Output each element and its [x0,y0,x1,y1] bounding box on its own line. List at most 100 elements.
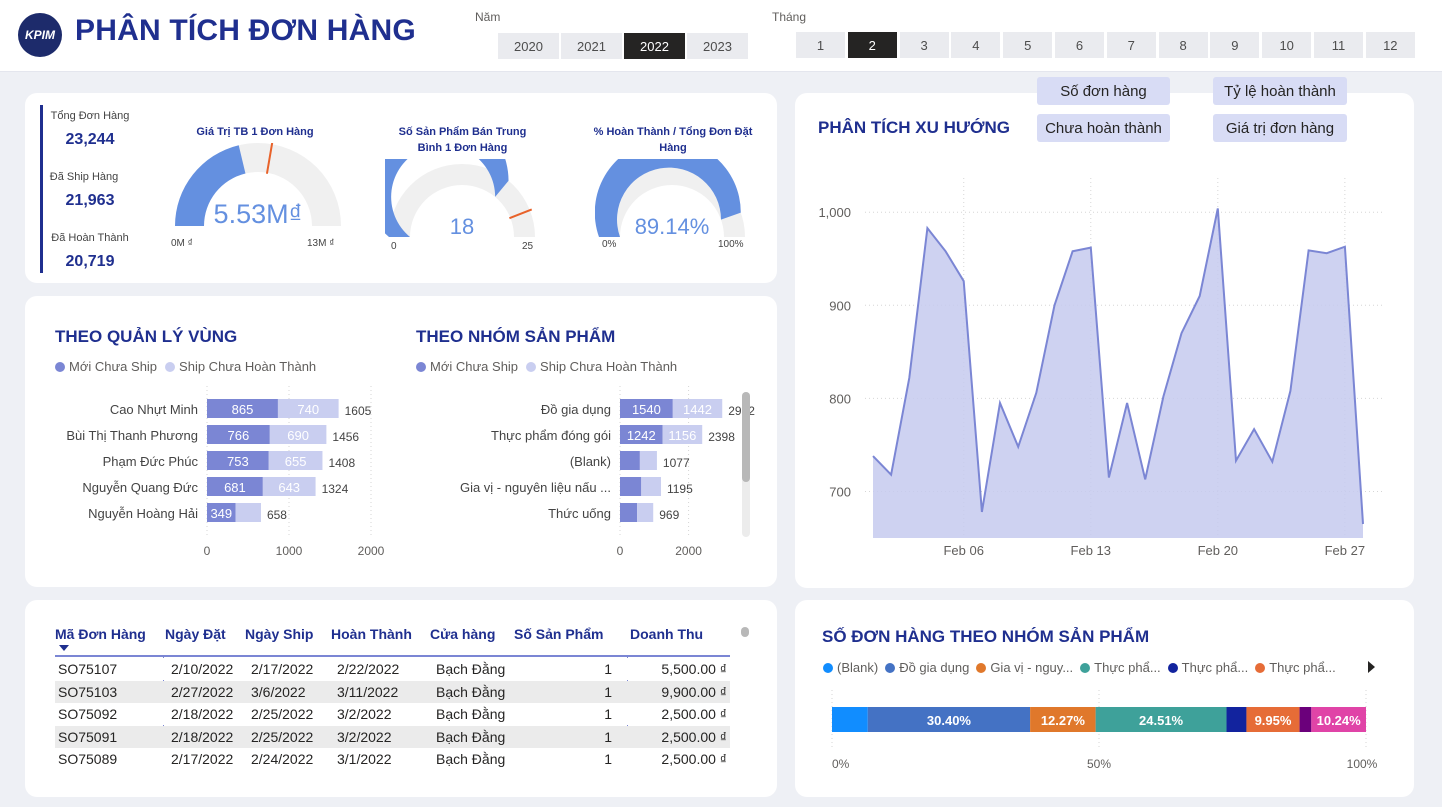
data-point[interactable] [1270,460,1274,464]
share-segment[interactable] [832,707,868,732]
month-option-7[interactable]: 7 [1106,32,1156,58]
data-point[interactable] [998,401,1002,405]
table-cell: 3/1/2022 [337,751,392,767]
month-option-5[interactable]: 5 [1003,32,1053,58]
table-cell: 1 [604,661,612,677]
share-segment[interactable] [1299,707,1312,732]
data-point[interactable] [1071,249,1075,253]
table-cell: 2,500.00 ₫ [661,751,727,767]
month-option-2[interactable]: 2 [847,32,897,58]
data-point[interactable] [1143,477,1147,481]
year-option-2023[interactable]: 2023 [687,33,748,59]
month-option-9[interactable]: 9 [1210,32,1260,58]
data-point[interactable] [1107,476,1111,480]
data-point[interactable] [1180,331,1184,335]
data-point[interactable] [1052,303,1056,307]
legend-item[interactable]: (Blank) [823,660,878,675]
table-row[interactable]: SO75092 2/18/2022 2/25/2022 3/2/2022 Bạch Đằ… [55,703,730,725]
gauge-completion-min: 0% [602,239,617,250]
table-cell: 3/2/2022 [337,728,392,745]
data-point[interactable] [1216,207,1220,211]
month-option-1[interactable]: 1 [796,32,845,58]
bar-segment-shipped [235,503,261,522]
order-count-button[interactable]: Số đơn hàng [1037,77,1170,105]
legend-item[interactable]: Đồ gia dụng [885,660,969,675]
data-point[interactable] [1307,248,1311,252]
month-option-11[interactable]: 11 [1314,32,1363,58]
bar-segment-shipped [641,477,661,496]
table-row[interactable]: SO75103 2/27/2022 3/6/2022 3/11/2022 Bạch Đằ… [55,680,730,703]
data-point[interactable] [1089,246,1093,250]
data-point[interactable] [1288,389,1292,393]
x-tick-label: 100% [1347,757,1378,771]
orders-table-card: Mã Đơn Hàng Ngày Đặt Ngày Ship Hoàn Thành Cử… [25,600,777,797]
legend-item[interactable]: Thực phẩ... [1167,660,1249,675]
data-point[interactable] [871,454,875,458]
month-option-10[interactable]: 10 [1262,32,1312,58]
column-header[interactable]: Ngày Ship [245,626,313,642]
data-point[interactable] [925,226,929,230]
data-point[interactable] [1016,445,1020,449]
category-label: Gia vị - nguyên liệu nấu ... [460,480,611,495]
legend-item[interactable]: Thực phẩ... [1080,660,1161,675]
data-point[interactable] [980,510,984,514]
column-header[interactable]: Hoàn Thành [331,626,412,642]
data-point[interactable] [1361,522,1365,526]
segment-label: 643 [278,480,300,495]
legend-item[interactable]: Thực phẩ... [1255,660,1336,675]
legend-label: Thực phẩ... [1181,660,1249,675]
product-chart-scrollbar[interactable] [742,392,750,537]
product-chart-scroll-thumb[interactable] [742,392,750,482]
table-scroll-thumb[interactable] [741,627,749,637]
category-label: Phạm Đức Phúc [103,454,199,469]
data-point[interactable] [1034,391,1038,395]
month-option-12[interactable]: 12 [1365,32,1415,58]
incomplete-button[interactable]: Chưa hoàn thành [1037,114,1170,142]
gauge-avg-order-min: 0M ₫ [171,238,193,249]
table-row[interactable]: SO75089 2/17/2022 2/24/2022 3/1/2022 Bạch Đằ… [55,748,730,770]
column-header[interactable]: Cửa hàng [430,626,495,642]
sort-descending-icon[interactable] [59,645,69,651]
order-value-button[interactable]: Giá trị đơn hàng [1213,114,1347,142]
segment-label: 1442 [683,402,712,417]
data-point[interactable] [1125,401,1129,405]
year-option-2021[interactable]: 2021 [561,33,622,59]
column-header[interactable]: Số Sản Phẩm [514,626,603,642]
data-point[interactable] [1161,395,1165,399]
legend-shipped-dot [526,361,537,372]
category-label: Cao Nhựt Minh [110,402,198,417]
data-point[interactable] [907,376,911,380]
data-point[interactable] [962,279,966,283]
table-row[interactable]: SO75107 2/10/2022 2/17/2022 2/22/2022 Bạch Đ… [55,658,730,680]
table-row[interactable]: SO75091 2/18/2022 2/25/2022 3/2/2022 Bạch Đằ… [55,725,730,748]
data-point[interactable] [889,473,893,477]
bar-segment-new [620,451,640,470]
year-option-2020[interactable]: 2020 [498,33,559,59]
total-label: 658 [267,508,287,522]
data-point[interactable] [944,249,948,253]
x-tick-label: Feb 06 [943,543,983,558]
category-label: Thức uống [548,506,611,521]
x-tick-label: Feb 27 [1325,543,1365,558]
bar-segment-new [620,503,638,522]
year-option-2022[interactable]: 2022 [624,33,685,59]
month-option-3[interactable]: 3 [899,32,949,58]
month-option-6[interactable]: 6 [1055,32,1104,58]
total-label: 1605 [345,404,372,418]
month-option-4[interactable]: 4 [951,32,1001,58]
share-segment[interactable] [1226,707,1247,732]
column-header[interactable]: Ngày Đặt [165,626,226,642]
legend-item[interactable]: Gia vị - nguy... [976,660,1073,675]
gauge-avg-order-title: Giá Trị TB 1 Đơn Hàng [196,126,314,138]
legend-next-icon[interactable] [1368,661,1375,673]
data-point[interactable] [1234,459,1238,463]
column-header[interactable]: Doanh Thu [630,626,703,642]
data-point[interactable] [1198,294,1202,298]
month-option-8[interactable]: 8 [1158,32,1208,58]
data-point[interactable] [1343,245,1347,249]
data-point[interactable] [1252,427,1256,431]
completion-rate-button[interactable]: Tỷ lệ hoàn thành [1213,77,1347,105]
column-header[interactable]: Mã Đơn Hàng [55,626,146,642]
table-row-partial[interactable] [55,770,730,777]
data-point[interactable] [1325,251,1329,255]
